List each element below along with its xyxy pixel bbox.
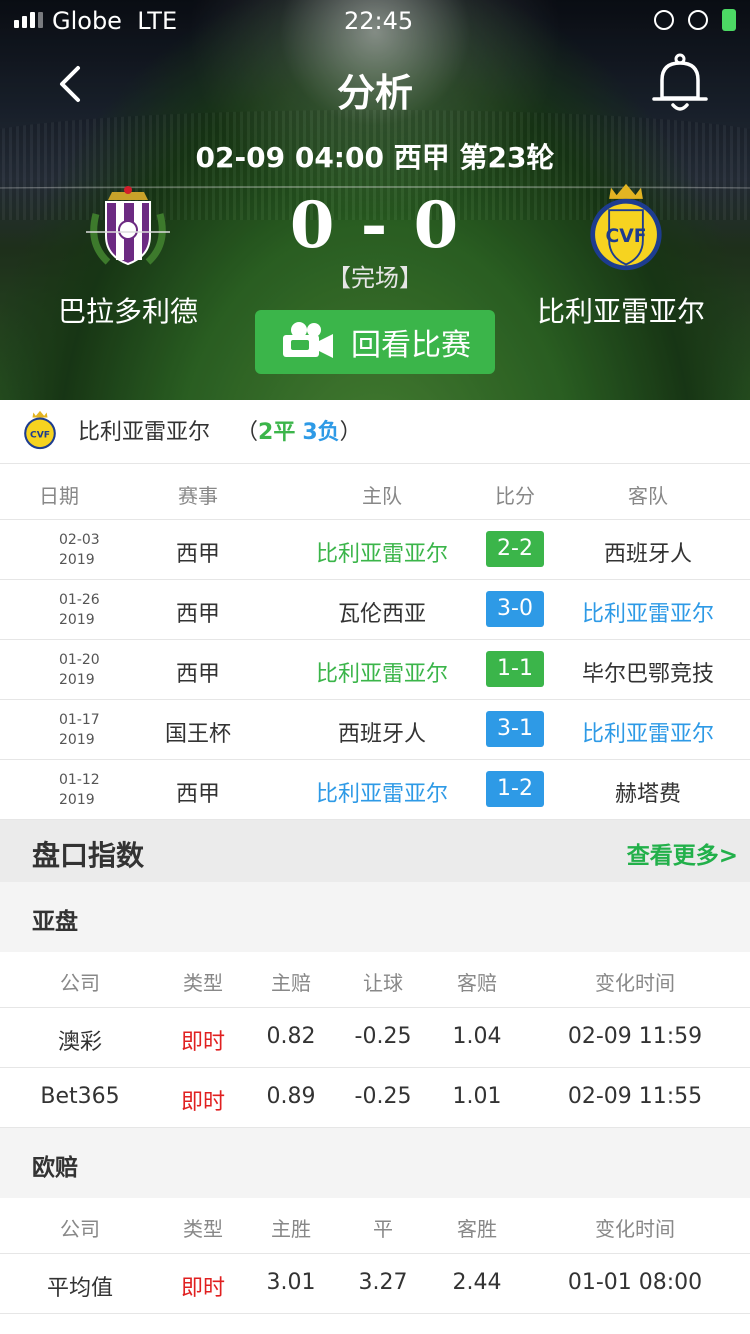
clock: 22:45 [344,7,414,35]
match-date: 02-03 2019 [59,532,100,568]
form-table-row[interactable]: 02-03 2019 西甲 比利亚雷亚尔 2-2 西班牙人 [0,520,750,580]
european-table-header: 公司 类型 主胜 平 客胜 变化时间 [0,1198,750,1254]
match-date: 01-12 2019 [59,772,100,808]
away-team-name[interactable]: 比利亚雷亚尔 [491,290,750,330]
rotation-lock-icon [654,10,674,30]
form-table-header: 日期 赛事 主队 比分 客队 [0,464,750,520]
odds-section-header: 盘口指数 查看更多> [0,820,750,882]
away-team: 比利亚雷亚尔 [581,602,714,627]
score-badge: 3-1 [486,711,544,747]
competition: 西甲 [175,662,220,687]
away-team: 西班牙人 [603,542,692,567]
asian-odds-row[interactable]: Bet365 即时 0.89 -0.25 1.01 02-09 11:55 [0,1068,750,1128]
score-badge: 2-2 [486,531,544,567]
page-title: 分析 [336,71,413,115]
form-table-row[interactable]: 01-17 2019 国王杯 西班牙人 3-1 比利亚雷亚尔 [0,700,750,760]
match-date: 01-20 2019 [59,652,100,688]
home-team: 瓦伦西亚 [337,602,426,627]
battery-icon [722,9,736,31]
home-team: 比利亚雷亚尔 [315,542,448,567]
carrier-label: Globe LTE [52,7,178,35]
score-badge: 1-2 [486,771,544,807]
home-team-name[interactable]: 巴拉多利德 [0,290,258,330]
competition: 西甲 [175,782,220,807]
home-team: 比利亚雷亚尔 [315,662,448,687]
video-camera-icon [283,322,333,358]
home-team: 比利亚雷亚尔 [315,782,448,807]
score-badge: 3-0 [486,591,544,627]
svg-text:CVF: CVF [30,430,50,441]
signal-icon [14,12,43,28]
recent-form-header: CVF 比利亚雷亚尔 （2平 3负） [0,400,750,464]
asian-handicap-header: 亚盘 [0,882,750,952]
view-more-link[interactable]: 查看更多> [627,836,738,870]
home-team: 西班牙人 [337,722,426,747]
away-team: 赫塔费 [614,782,681,807]
away-team: 毕尔巴鄂竞技 [581,662,714,687]
alarm-icon [688,10,708,30]
score-badge: 1-1 [486,651,544,687]
replay-label: 回看比赛 [351,328,471,363]
status-bar: Globe LTE 22:45 [0,0,750,40]
away-team: 比利亚雷亚尔 [581,722,714,747]
svg-text:CVF: CVF [605,226,646,247]
match-info: 02-09 04:00 西甲 第23轮 [195,141,555,174]
competition: 国王杯 [164,722,231,747]
asian-odds-row[interactable]: 澳彩 即时 0.82 -0.25 1.04 02-09 11:59 [0,1008,750,1068]
european-odds-header: 欧赔 [0,1128,750,1198]
competition: 西甲 [175,542,220,567]
european-odds-row-partial [0,1314,750,1334]
form-table-row[interactable]: 01-26 2019 西甲 瓦伦西亚 3-0 比利亚雷亚尔 [0,580,750,640]
competition: 西甲 [175,602,220,627]
replay-button[interactable]: 回看比赛 [255,310,495,374]
team-crest-small: CVF [24,410,56,450]
form-record: （2平 3负） [236,420,362,445]
form-table-row[interactable]: 01-20 2019 西甲 比利亚雷亚尔 1-1 毕尔巴鄂竞技 [0,640,750,700]
odds-title: 盘口指数 [32,839,145,872]
match-date: 01-26 2019 [59,592,100,628]
away-team-crest: CVF [590,183,662,271]
european-odds-row[interactable]: 平均值 即时 3.01 3.27 2.44 01-01 08:00 [0,1254,750,1314]
match-header: Globe LTE 22:45 分析 02-09 04:00 西甲 第23轮 巴… [0,0,750,400]
form-team-name: 比利亚雷亚尔 [78,420,211,445]
form-table-row[interactable]: 01-12 2019 西甲 比利亚雷亚尔 1-2 赫塔费 [0,760,750,820]
match-date: 01-17 2019 [59,712,100,748]
bell-icon[interactable] [650,52,710,116]
asian-table-header: 公司 类型 主赔 让球 客赔 变化时间 [0,952,750,1008]
